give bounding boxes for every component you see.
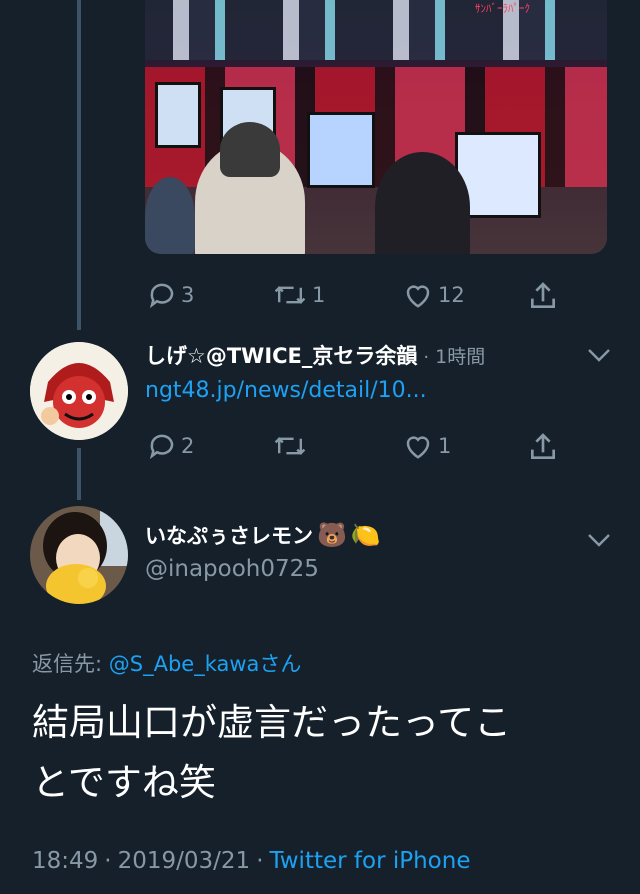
like-button[interactable]: 1 bbox=[402, 431, 451, 461]
like-count: 1 bbox=[438, 434, 452, 458]
tweet-link[interactable]: ngt48.jp/news/detail/10... bbox=[145, 378, 427, 403]
like-button[interactable]: 12 bbox=[402, 280, 465, 310]
tweet-media-image[interactable]: ｻﾝﾊﾞｰﾗﾊﾟｰｸ bbox=[145, 0, 607, 254]
reply-count: 2 bbox=[181, 434, 195, 458]
bear-emoji: 🐻 bbox=[317, 521, 347, 549]
reply-icon bbox=[149, 283, 174, 309]
reply-to-handle[interactable]: @S_Abe_kawa bbox=[109, 652, 260, 676]
share-icon bbox=[531, 282, 555, 308]
separator: · bbox=[423, 347, 430, 368]
reply-to-label: 返信先: bbox=[32, 652, 109, 676]
tweet-text-line: 結局山口が虚言だったってこ bbox=[32, 701, 512, 744]
chevron-down-icon[interactable] bbox=[586, 346, 612, 364]
share-button[interactable] bbox=[527, 280, 559, 312]
retweet-icon bbox=[274, 286, 306, 304]
share-icon bbox=[531, 433, 555, 459]
user-handle[interactable]: @inapooh0725 bbox=[145, 556, 319, 582]
red-oni-mask-avatar-image bbox=[30, 342, 128, 440]
user-name[interactable]: しげ☆@TWICE_京セラ余韻 bbox=[145, 340, 417, 370]
avatar[interactable] bbox=[30, 342, 128, 440]
girl-with-plush-avatar-image bbox=[30, 506, 128, 604]
separator: · bbox=[104, 848, 112, 874]
tweet-date: 2019/03/21 bbox=[117, 848, 251, 874]
tweet-text: 結局山口が虚言だったってこ とですね笑 bbox=[32, 693, 632, 813]
thread-line-top bbox=[77, 0, 81, 330]
thread-line-bottom bbox=[77, 448, 81, 500]
lemon-emoji: 🍋 bbox=[350, 521, 381, 549]
like-icon bbox=[406, 436, 430, 459]
tweet-timestamp: 18:49 · 2019/03/21 · Twitter for iPhone bbox=[32, 848, 470, 874]
like-icon bbox=[406, 285, 430, 308]
chevron-down-icon[interactable] bbox=[586, 531, 612, 549]
retweet-count: 1 bbox=[312, 283, 326, 307]
reply-icon bbox=[149, 434, 174, 460]
user-name[interactable]: いなぷぅさレモン bbox=[145, 520, 313, 550]
tweet-time: 1時間 bbox=[435, 346, 486, 368]
tweet-text-line: とですね笑 bbox=[32, 761, 216, 804]
reply-to-suffix: さん bbox=[259, 652, 302, 676]
tweet-time: 18:49 bbox=[32, 848, 99, 874]
retweet-icon bbox=[274, 437, 306, 455]
retweet-button[interactable]: 1 bbox=[272, 280, 325, 310]
separator: · bbox=[256, 848, 264, 874]
retweet-button[interactable] bbox=[272, 431, 312, 461]
share-button[interactable] bbox=[527, 431, 559, 463]
reply-button[interactable]: 2 bbox=[147, 431, 194, 461]
avatar[interactable] bbox=[30, 506, 128, 604]
reply-to-line: 返信先: @S_Abe_kawaさん bbox=[32, 648, 301, 678]
reply-count: 3 bbox=[181, 283, 195, 307]
like-count: 12 bbox=[438, 283, 465, 307]
tweet-source[interactable]: Twitter for iPhone bbox=[270, 848, 471, 874]
reply-button[interactable]: 3 bbox=[147, 280, 194, 310]
